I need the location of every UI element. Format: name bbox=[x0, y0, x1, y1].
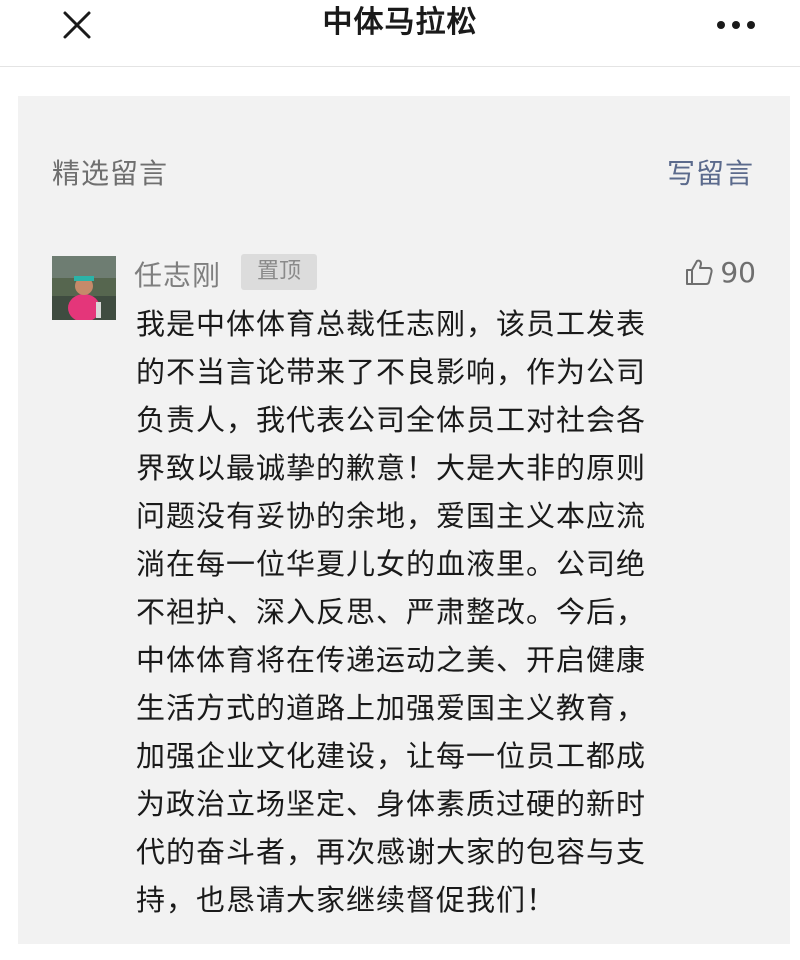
pinned-badge: 置顶 bbox=[241, 254, 317, 290]
comment-line: 问题没有妥协的余地，爱国主义本应流 bbox=[136, 499, 647, 533]
comments-panel: 精选留言 写留言 任志刚 置顶 90 我是中体体育总裁任志刚，该员工发表 的不当… bbox=[18, 96, 790, 944]
write-comment-link[interactable]: 写留言 bbox=[667, 152, 754, 192]
section-title: 精选留言 bbox=[52, 157, 169, 190]
comment-line: 代的奋斗者，再次感谢大家的包容与支 bbox=[136, 835, 647, 869]
thumbs-up-icon bbox=[686, 259, 713, 285]
avatar[interactable] bbox=[52, 256, 116, 320]
comment-line: 中体体育将在传递运动之美、开启健康 bbox=[136, 643, 647, 677]
comment-line: 淌在每一位华夏儿女的血液里。公司绝 bbox=[136, 547, 647, 581]
page-title: 中体马拉松 bbox=[322, 5, 478, 40]
top-bar: 中体马拉松 bbox=[0, 0, 800, 67]
comment-line: 为政治立场坚定、身体素质过硬的新时 bbox=[136, 787, 647, 821]
comment-line: 生活方式的道路上加强爱国主义教育， bbox=[136, 691, 647, 725]
more-button[interactable] bbox=[706, 0, 766, 50]
comment-line: 持，也恳请大家继续督促我们！ bbox=[136, 883, 557, 917]
comment-line: 不袒护、深入反思、严肃整改。今后， bbox=[136, 595, 647, 629]
comment-line: 界致以最诚挚的歉意！大是大非的原则 bbox=[136, 451, 647, 485]
comment-line: 加强企业文化建设，让每一位员工都成 bbox=[136, 739, 647, 773]
comment-line: 我是中体体育总裁任志刚，该员工发表 bbox=[136, 307, 647, 341]
comment-line: 的不当言论带来了不良影响，作为公司 bbox=[136, 355, 647, 389]
more-icon bbox=[717, 21, 755, 29]
comment-author[interactable]: 任志刚 bbox=[134, 254, 221, 294]
comment-text: 我是中体体育总裁任志刚，该员工发表 的不当言论带来了不良影响，作为公司 负责人，… bbox=[136, 300, 746, 924]
avatar-image bbox=[52, 256, 116, 320]
like-count: 90 bbox=[720, 255, 756, 289]
comment-line: 负责人，我代表公司全体员工对社会各 bbox=[136, 403, 647, 437]
like-button[interactable]: 90 bbox=[684, 252, 756, 292]
